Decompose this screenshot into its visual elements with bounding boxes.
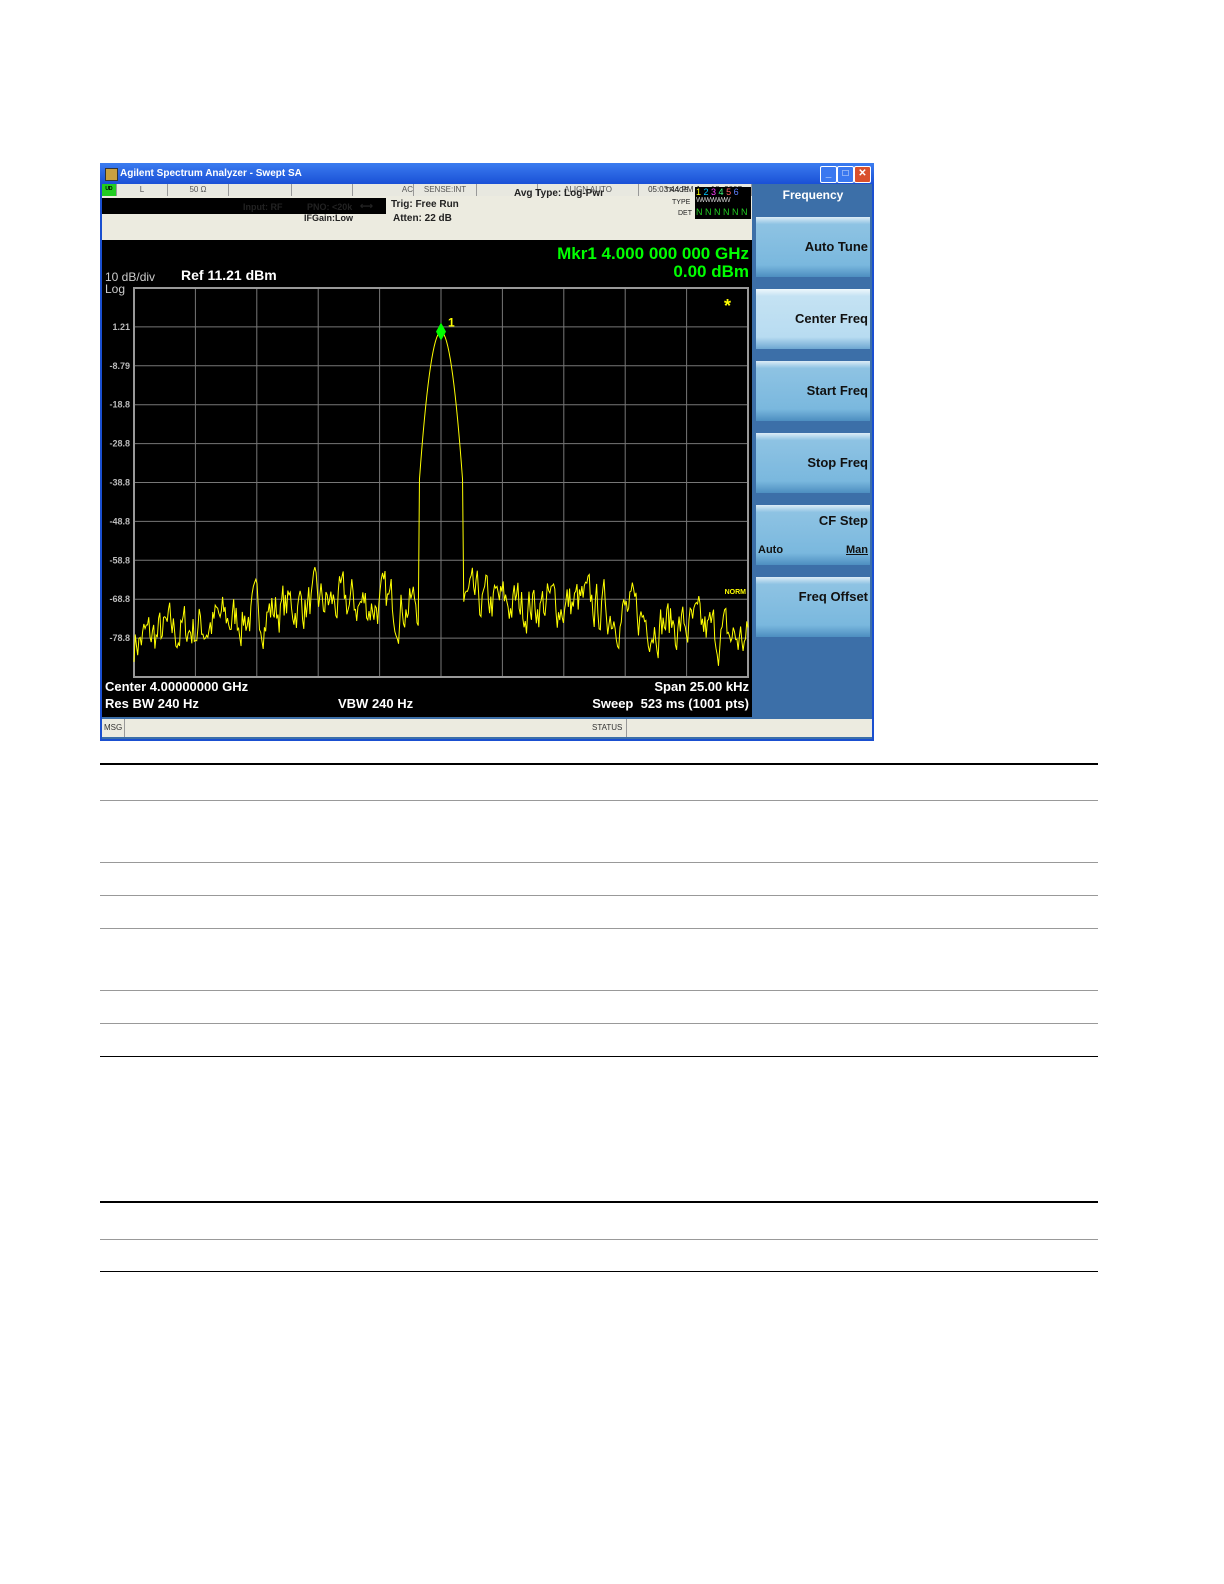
center-freq-button[interactable]: Center Freq — [756, 289, 870, 349]
y-tick-label: -28.8 — [109, 439, 130, 449]
softkey-label: Center Freq — [795, 311, 868, 326]
msg-label: MSG — [104, 723, 123, 732]
table-rule — [100, 990, 1098, 991]
table-rule — [100, 763, 1098, 765]
table-rule — [100, 862, 1098, 863]
trace-detector: N — [723, 207, 732, 217]
res-bw: Res BW 240 Hz — [105, 696, 199, 711]
cf-step-button[interactable]: CF Step Auto Man — [756, 505, 870, 565]
settings-panel: Input: RF PNO: <20k ⟷ IFGain:Low Trig: F… — [102, 187, 752, 240]
marker-label: 1 — [448, 316, 455, 330]
softkey-label: Auto Tune — [804, 239, 868, 254]
cf-step-man-option: Man — [846, 544, 868, 556]
trace-detector: N — [714, 207, 723, 217]
manual-page: Agilent Spectrum Analyzer - Swept SA _ □… — [0, 0, 1224, 1584]
spectrum-plot: 1.21 -8.79 -18.8 -28.8 -38.8 -48.8 -58.8 -68.8 -… — [109, 287, 749, 678]
trace-detector: N — [741, 207, 748, 217]
message-bar: MSG STATUS — [102, 719, 872, 737]
trace-number: 6 — [733, 187, 739, 197]
status-cell: AC — [353, 184, 414, 196]
y-tick-label: 1.21 — [112, 322, 130, 332]
det-label: DET — [678, 210, 692, 217]
status-cell: SENSE:INT — [414, 184, 477, 196]
softkey-label: Freq Offset — [798, 589, 868, 604]
y-tick-label: -8.79 — [109, 361, 130, 371]
status-cell: 50 Ω — [168, 184, 229, 196]
window-title: Agilent Spectrum Analyzer - Swept SA — [120, 168, 302, 179]
norm-indicator: NORM — [725, 589, 747, 596]
sweep-time: Sweep 523 ms (1001 pts) — [592, 696, 749, 711]
softkey-label: CF Step — [818, 513, 868, 528]
trace-type: WWWWWW — [696, 197, 731, 204]
y-tick-label: -38.8 — [109, 478, 130, 488]
atten-setting: Atten: 22 dB — [393, 213, 452, 224]
trigger-setting: Trig: Free Run — [391, 199, 459, 210]
softkey-label: Stop Freq — [807, 455, 868, 470]
status-row: ᵁᴰ L 50 Ω AC SENSE:INT ALIGN AUTO 05:03:… — [102, 184, 752, 196]
trace-detector: N — [696, 207, 705, 217]
avg-type: Avg Type: Log-Pwr — [514, 188, 604, 199]
trace-number: 5 — [726, 187, 734, 197]
marker-diamond-icon — [436, 322, 446, 341]
status-cell: L — [117, 184, 168, 196]
y-tick-label: -48.8 — [109, 516, 130, 526]
trace-number: 3 — [711, 187, 719, 197]
y-tick-label: -78.8 — [109, 633, 130, 643]
start-freq-button[interactable]: Start Freq — [756, 361, 870, 421]
cf-step-auto-option: Auto — [758, 544, 784, 556]
table-rule — [100, 1271, 1098, 1272]
table-rule — [100, 1201, 1098, 1203]
sweep-star-indicator: * — [724, 296, 731, 316]
softkey-menu-title: Frequency — [782, 188, 844, 202]
freq-offset-button[interactable]: Freq Offset — [756, 577, 870, 637]
analyzer-window: Agilent Spectrum Analyzer - Swept SA _ □… — [100, 163, 874, 741]
trace-number: 1 — [696, 187, 704, 197]
trace-number: 2 — [703, 187, 712, 197]
softkey-label: Start Freq — [806, 383, 868, 398]
table-rule — [100, 1239, 1098, 1240]
status-cell — [292, 184, 353, 196]
auto-tune-button[interactable]: Auto Tune — [756, 217, 870, 277]
maximize-icon[interactable]: □ — [837, 166, 854, 183]
span: Span 25.00 kHz — [654, 679, 749, 694]
title-bar: Agilent Spectrum Analyzer - Swept SA _ □… — [100, 163, 874, 184]
status-cell — [229, 184, 292, 196]
status-label: STATUS — [592, 723, 623, 732]
y-tick-label: -18.8 — [109, 400, 130, 410]
trace-status-box: 1 2 3 4 5 6 WWWWWW N N N N N N — [695, 187, 751, 219]
minimize-icon[interactable]: _ — [820, 166, 837, 183]
sweep-type-icon: ⟷ — [360, 201, 373, 211]
rf-indicator-icon: ᵁᴰ — [102, 184, 117, 196]
type-label: TYPE — [672, 199, 691, 206]
close-icon[interactable]: ✕ — [854, 166, 871, 183]
y-tick-label: -58.8 — [109, 555, 130, 565]
vbw: VBW 240 Hz — [338, 696, 414, 711]
table-rule — [100, 895, 1098, 896]
app-icon — [105, 168, 118, 181]
trace-detector: N — [705, 207, 714, 217]
table-rule — [100, 928, 1098, 929]
trace-number: 4 — [718, 187, 727, 197]
table-rule — [100, 1023, 1098, 1024]
spectrum-display: Mkr1 4.000 000 000 GHz 0.00 dBm 10 dB/di… — [102, 240, 752, 717]
stop-freq-button[interactable]: Stop Freq — [756, 433, 870, 493]
table-rule — [100, 800, 1098, 801]
input-setting: Input: RF — [243, 202, 283, 212]
y-tick-label: -68.8 — [109, 594, 130, 604]
pno-setting: PNO: <20k — [307, 202, 353, 212]
softkey-panel: Frequency Auto Tune Center Freq Start Fr… — [754, 184, 872, 717]
center-freq: Center 4.00000000 GHz — [105, 679, 249, 694]
trace-label: TRACE — [665, 187, 689, 194]
trace-detector: N — [732, 207, 741, 217]
table-rule — [100, 1056, 1098, 1057]
ifgain-setting: IFGain:Low — [304, 213, 353, 223]
